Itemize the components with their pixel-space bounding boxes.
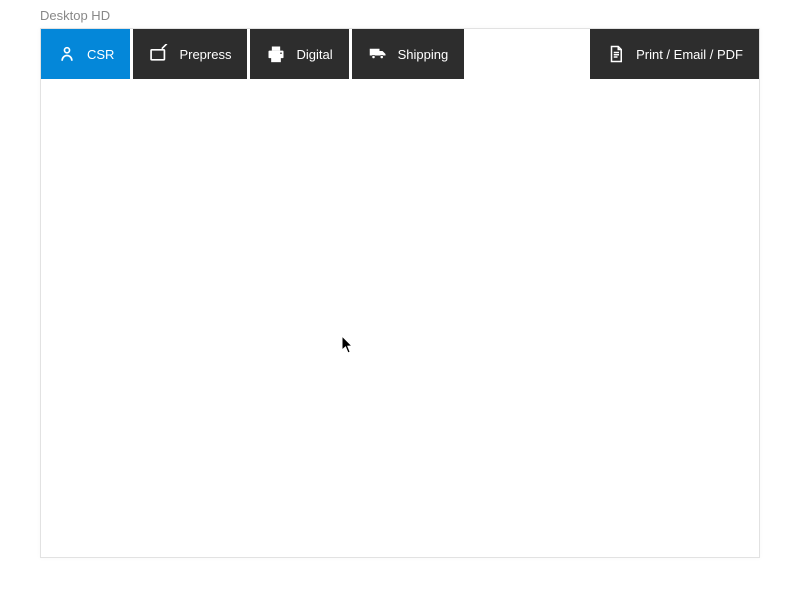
tab-csr-label: CSR xyxy=(87,47,114,62)
tab-shipping-label: Shipping xyxy=(398,47,449,62)
toolbar-spacer xyxy=(467,29,587,79)
tablet-pen-icon xyxy=(149,44,169,64)
tab-print-email-pdf-label: Print / Email / PDF xyxy=(636,47,743,62)
mouse-cursor-icon xyxy=(341,335,355,360)
window-title: Desktop HD xyxy=(0,0,800,29)
printer-icon xyxy=(266,44,286,64)
content-area xyxy=(41,79,759,557)
tab-prepress-label: Prepress xyxy=(179,47,231,62)
document-icon xyxy=(606,44,626,64)
tab-digital-label: Digital xyxy=(296,47,332,62)
tab-print-email-pdf[interactable]: Print / Email / PDF xyxy=(590,29,759,79)
person-icon xyxy=(57,44,77,64)
tab-prepress[interactable]: Prepress xyxy=(133,29,247,79)
tab-digital[interactable]: Digital xyxy=(250,29,348,79)
tab-shipping[interactable]: Shipping xyxy=(352,29,465,79)
tab-csr[interactable]: CSR xyxy=(41,29,130,79)
truck-icon xyxy=(368,44,388,64)
app-window: CSR Prepress Digital xyxy=(40,28,760,558)
toolbar: CSR Prepress Digital xyxy=(41,29,759,79)
